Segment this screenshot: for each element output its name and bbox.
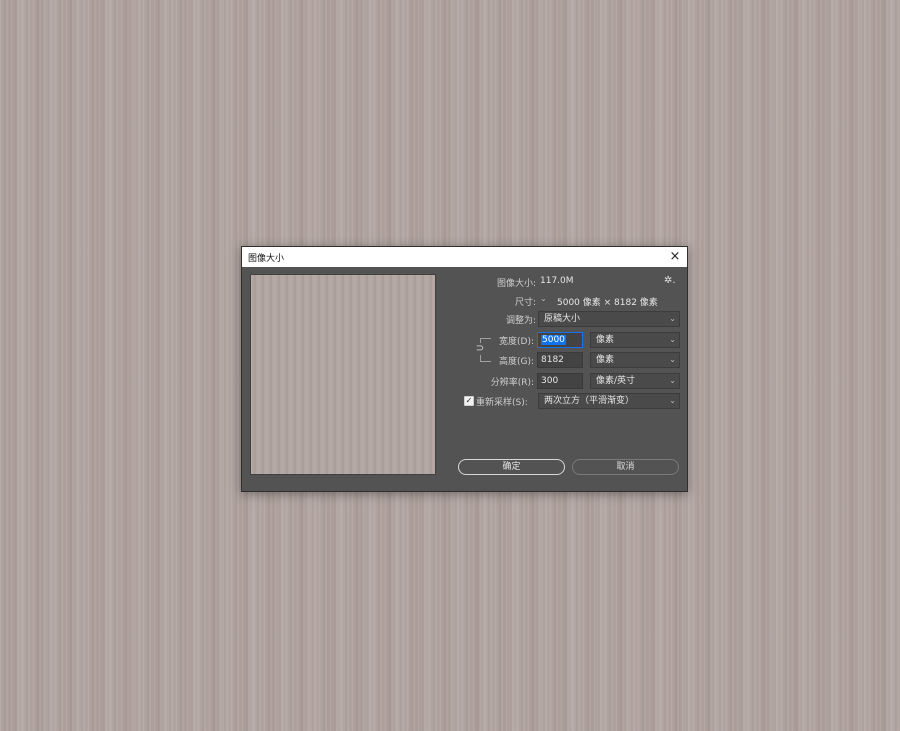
image-size-dialog: 图像大小 × 图像大小: 117.0M ✲. 尺寸: ⌄ 5000 像素 × 8… (241, 246, 688, 492)
resolution-value: 300 (541, 376, 559, 386)
dimensions-value: 5000 像素 × 8182 像素 (557, 298, 658, 308)
image-size-value: 117.0M (540, 276, 574, 286)
resolution-input[interactable]: 300 (537, 373, 583, 389)
dimensions-label: 尺寸: (514, 298, 536, 308)
chevron-down-icon: ⌄ (669, 355, 676, 364)
width-value: 5000 (541, 335, 566, 345)
resolution-unit-value: 像素/英寸 (596, 376, 636, 386)
dialog-title: 图像大小 (248, 254, 285, 264)
resolution-unit-dropdown[interactable]: 像素/英寸 ⌄ (590, 373, 680, 389)
dimensions-dropdown-chevron-icon[interactable]: ⌄ (540, 294, 547, 303)
link-icon[interactable]: ⊃ (475, 343, 485, 355)
resample-value: 两次立方（平滑渐变） (544, 396, 635, 406)
image-size-label: 图像大小: (496, 279, 536, 289)
height-unit-dropdown[interactable]: 像素 ⌄ (590, 352, 680, 368)
ok-button[interactable]: 确定 (458, 459, 565, 475)
width-unit-dropdown[interactable]: 像素 ⌄ (590, 332, 680, 348)
image-preview[interactable] (250, 274, 436, 475)
fit-to-value: 原稿大小 (544, 314, 581, 324)
resample-label: 重新采样(S): (476, 398, 528, 408)
fit-to-dropdown[interactable]: 原稿大小 ⌄ (538, 311, 680, 327)
width-label: 宽度(D): (499, 337, 534, 347)
chevron-down-icon: ⌄ (669, 396, 676, 405)
height-input[interactable]: 8182 (537, 352, 583, 368)
resample-checkbox[interactable]: ✓ (464, 396, 474, 406)
gear-icon[interactable]: ✲. (664, 275, 676, 286)
chevron-down-icon: ⌄ (669, 335, 676, 344)
width-unit-value: 像素 (596, 335, 615, 345)
checkmark-icon: ✓ (465, 396, 473, 405)
cancel-button[interactable]: 取消 (572, 459, 679, 475)
height-unit-value: 像素 (596, 355, 615, 365)
chevron-down-icon: ⌄ (669, 376, 676, 385)
height-value: 8182 (541, 355, 564, 365)
height-label: 高度(G): (498, 357, 534, 367)
width-input[interactable]: 5000 (537, 332, 583, 348)
resolution-label: 分辨率(R): (490, 378, 534, 388)
chevron-down-icon: ⌄ (669, 314, 676, 323)
fit-to-label: 调整为: (505, 316, 536, 326)
resample-dropdown[interactable]: 两次立方（平滑渐变） ⌄ (538, 393, 680, 409)
close-icon[interactable]: × (667, 249, 683, 265)
dialog-titlebar: 图像大小 × (242, 247, 687, 267)
